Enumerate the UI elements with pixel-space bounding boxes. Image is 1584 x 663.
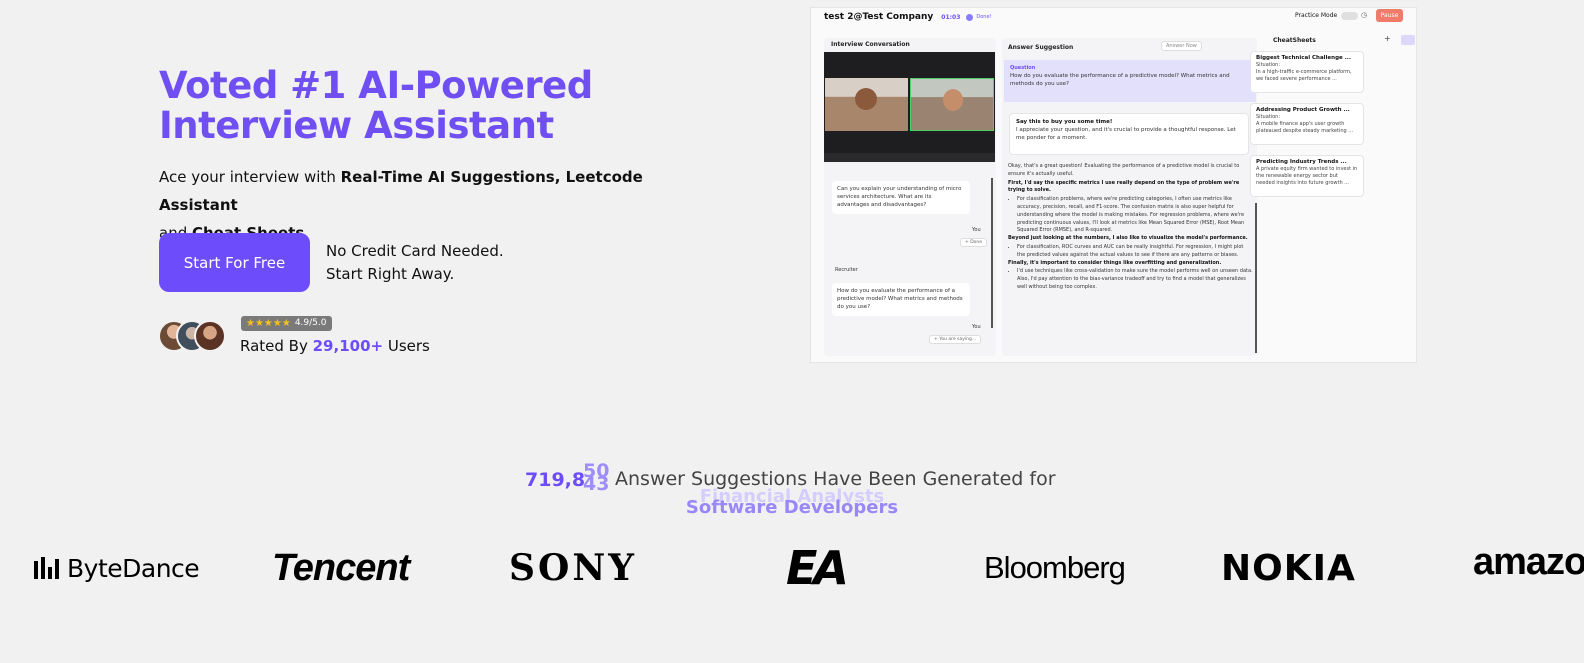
message-bubble: How do you evaluate the performance of a… [832, 283, 970, 316]
conversation-title: Interview Conversation [831, 41, 910, 48]
answer-title: Answer Suggestion [1008, 44, 1074, 51]
card-title: Biggest Technical Challenge ... [1256, 55, 1351, 61]
role-current: Software Developers [685, 497, 899, 518]
scrollbar[interactable] [1255, 203, 1257, 353]
question-text: How do you evaluate the performance of a… [1010, 73, 1230, 87]
rated-by-text: Rated By 29,100+ Users [240, 337, 430, 355]
you-label: You [972, 227, 981, 233]
card-text: In a high-traffic e-commerce platform, w… [1256, 69, 1352, 82]
bytedance-mark-icon [34, 557, 59, 579]
video-call [824, 52, 995, 162]
cheatsheets-title: CheatSheets [1273, 37, 1316, 44]
bytedance-wordmark: ByteDance [67, 553, 200, 583]
hero-title-line2: Interview Assistant [159, 104, 554, 147]
answer-text: Okay, that's a great question! Evaluatin… [1008, 163, 1253, 338]
nokia-logo: NOKIA [1221, 547, 1356, 589]
answer-bullet: For classification, ROC curves and AUC c… [1017, 244, 1253, 260]
tencent-logo: Tencent [272, 546, 410, 589]
card-title: Addressing Product Growth ... [1256, 107, 1350, 113]
rating-value: 4.9/5.0 [294, 318, 327, 328]
bloomberg-logo: Bloomberg [984, 550, 1126, 585]
cheatsheet-card[interactable]: Biggest Technical Challenge ... Situatio… [1250, 51, 1364, 93]
pause-button[interactable]: Pause [1376, 9, 1403, 22]
message-bubble: Can you explain your understanding of mi… [832, 181, 970, 214]
cta-note-line2: Start Right Away. [326, 265, 455, 283]
practice-mode-label: Practice Mode [1295, 12, 1338, 19]
card-text: A private equity firm wanted to invest i… [1256, 166, 1358, 186]
answer-bullet: For classification problems, where we're… [1017, 196, 1253, 235]
stall-title: Say this to buy you some time! [1016, 119, 1113, 125]
typing-indicator: + You are saying... [929, 335, 982, 344]
card-label: Situation: [1256, 62, 1281, 68]
rated-suffix: Users [383, 337, 430, 355]
card-title: Predicting Industry Trends ... [1256, 159, 1347, 165]
amazon-logo: amazon [1473, 540, 1584, 583]
question-box: Question How do you evaluate the perform… [1004, 60, 1256, 102]
user-count: 29,100+ [312, 337, 384, 355]
sidebar-tab[interactable] [1401, 35, 1415, 45]
add-icon[interactable]: + [1384, 34, 1391, 43]
rating-badge: ★★★★★ 4.9/5.0 [241, 316, 332, 331]
participant-face [855, 88, 877, 110]
user-avatars [158, 320, 230, 354]
done-button[interactable]: + Done [960, 238, 988, 247]
cta-note: No Credit Card Needed. Start Right Away. [326, 240, 504, 286]
company-name: test 2@Test Company [824, 12, 934, 22]
cta-note-line1: No Credit Card Needed. [326, 242, 504, 260]
answer-paragraph: Beyond just looking at the numbers, I al… [1008, 235, 1248, 242]
question-label: Question [1010, 65, 1036, 71]
card-text: A mobile finance app's user growth plate… [1256, 121, 1354, 134]
you-label: You [972, 324, 981, 330]
ea-logo: EA [786, 541, 849, 595]
answer-bullet: I'd use techniques like cross-validation… [1017, 268, 1253, 291]
star-icon: ★★★★★ [246, 318, 291, 329]
start-for-free-button[interactable]: Start For Free [159, 233, 310, 292]
answer-paragraph: First, I'd say the specific metrics I us… [1008, 179, 1240, 194]
answer-paragraph: Okay, that's a great question! Evaluatin… [1008, 163, 1240, 177]
clock-icon: ◷ [1361, 11, 1368, 19]
status-dot-icon [966, 13, 974, 21]
cheatsheet-card[interactable]: Addressing Product Growth ... Situation:… [1250, 103, 1364, 145]
avatar [194, 320, 226, 352]
recruiter-label: Recruiter [835, 267, 858, 273]
hero-title-line1: Voted #1 AI-Powered [159, 64, 593, 107]
hero-sub-prefix: Ace your interview with [159, 168, 341, 186]
sony-logo: SONY [509, 547, 637, 589]
interviewer-video [825, 78, 908, 131]
suggestion-counter: 719,8 50 43 Answer Suggestions Have Been… [0, 462, 1584, 526]
bytedance-logo: ByteDance [34, 546, 200, 590]
video-controls [824, 153, 995, 162]
card-label: Situation: [1256, 114, 1281, 120]
hero-title: Voted #1 AI-Powered Interview Assistant [159, 66, 719, 146]
answer-now-button[interactable]: Answer Now [1161, 41, 1202, 51]
rated-prefix: Rated By [240, 337, 313, 355]
cheatsheet-card[interactable]: Predicting Industry Trends ... A private… [1250, 155, 1364, 197]
stall-suggestion: Say this to buy you some time! I appreci… [1009, 113, 1249, 155]
candidate-video [910, 78, 994, 131]
product-screenshot: test 2@Test Company 01:03 Done! Practice… [810, 7, 1417, 363]
answer-paragraph: Finally, it's important to consider thin… [1008, 259, 1222, 266]
done-status: Done! [976, 14, 992, 20]
practice-mode-toggle[interactable] [1341, 12, 1358, 20]
stall-text: I appreciate your question, and it's cru… [1016, 127, 1236, 141]
timer: 01:03 [941, 13, 961, 21]
participant-face [943, 89, 963, 111]
scrollbar[interactable] [991, 178, 993, 328]
